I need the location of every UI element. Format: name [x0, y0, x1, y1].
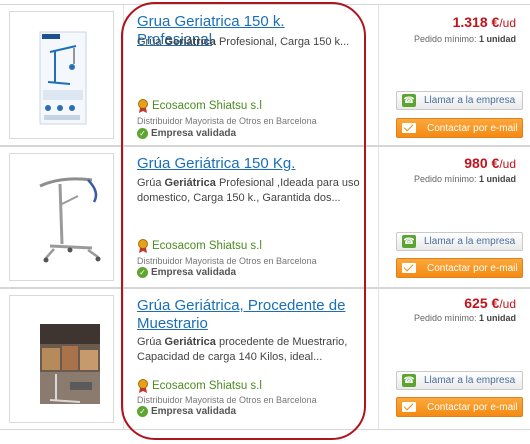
product-image-3[interactable]	[9, 295, 114, 423]
distributor-text: Distribuidor Mayorista de Otros en Barce…	[137, 395, 317, 405]
divider	[123, 5, 124, 145]
medal-icon	[138, 239, 148, 253]
check-icon: ✓	[137, 267, 148, 278]
check-icon: ✓	[137, 128, 148, 139]
divider	[378, 289, 379, 429]
email-contact-button[interactable]: Contactar por e-mail	[396, 397, 523, 417]
company-row: Ecosacom Shiatsu s.l	[137, 379, 262, 393]
medal-icon	[138, 99, 148, 113]
call-company-button[interactable]: ☎ Llamar a la empresa	[396, 232, 523, 251]
call-button-label: Llamar a la empresa	[424, 375, 516, 386]
listing-1: Grua Geriatrica 150 k. Profesional Grúa …	[0, 4, 530, 146]
mail-button-label: Contactar por e-mail	[427, 122, 518, 134]
validated-row: ✓ Empresa validada	[137, 406, 236, 417]
company-link[interactable]: Ecosacom Shiatsu s.l	[152, 240, 262, 252]
call-company-button[interactable]: ☎ Llamar a la empresa	[396, 91, 523, 110]
validated-label: Empresa validada	[151, 267, 237, 278]
envelope-icon	[402, 402, 416, 412]
listing-3: Grúa Geriátrica, Procedente de Muestrari…	[0, 288, 530, 430]
email-contact-button[interactable]: Contactar por e-mail	[396, 258, 523, 278]
distributor-text: Distribuidor Mayorista de Otros en Barce…	[137, 256, 317, 266]
listing-2: Grúa Geriátrica 150 Kg. Grúa Geriátrica …	[0, 146, 530, 288]
validated-row: ✓ Empresa validada	[137, 267, 236, 278]
showroom-photo-image	[40, 324, 100, 404]
validated-label: Empresa validada	[151, 128, 237, 139]
phone-icon: ☎	[402, 94, 416, 107]
divider	[123, 147, 124, 287]
validated-label: Empresa validada	[151, 406, 237, 417]
listing-description: Grúa Geriátrica procedente de Muestrario…	[137, 336, 348, 363]
phone-icon: ☎	[402, 235, 416, 248]
listing-title-link[interactable]: Grúa Geriátrica, Procedente de Muestrari…	[137, 297, 362, 333]
medal-icon	[138, 379, 148, 393]
phone-icon: ☎	[402, 374, 416, 387]
min-order: Pedido mínimo: 1 unidad	[413, 174, 516, 184]
crane-product-image	[39, 177, 101, 263]
envelope-icon	[402, 123, 416, 133]
listing-title-link[interactable]: Grúa Geriátrica 150 Kg.	[137, 155, 362, 173]
validated-row: ✓ Empresa validada	[137, 128, 236, 139]
mail-button-label: Contactar por e-mail	[427, 401, 518, 413]
divider	[378, 5, 379, 145]
min-order: Pedido mínimo: 1 unidad	[413, 34, 516, 44]
price: 980 €/ud	[464, 155, 516, 171]
call-company-button[interactable]: ☎ Llamar a la empresa	[396, 371, 523, 390]
price: 1.318 €/ud	[452, 14, 516, 30]
crane-brochure-image	[39, 31, 87, 125]
company-link[interactable]: Ecosacom Shiatsu s.l	[152, 380, 262, 392]
company-row: Ecosacom Shiatsu s.l	[137, 239, 262, 253]
mail-button-label: Contactar por e-mail	[427, 262, 518, 274]
call-button-label: Llamar a la empresa	[424, 236, 516, 247]
listing-description: Grúa Geriátrica Profesional ,Ideada para…	[137, 177, 360, 204]
listing-description: Grúa Geriátrica Profesional, Carga 150 k…	[137, 36, 350, 48]
distributor-text: Distribuidor Mayorista de Otros en Barce…	[137, 116, 317, 126]
product-image-1[interactable]	[9, 11, 114, 139]
price: 625 €/ud	[464, 295, 516, 311]
envelope-icon	[402, 263, 416, 273]
company-link[interactable]: Ecosacom Shiatsu s.l	[152, 100, 262, 112]
call-button-label: Llamar a la empresa	[424, 95, 516, 106]
email-contact-button[interactable]: Contactar por e-mail	[396, 118, 523, 138]
product-image-2[interactable]	[9, 153, 114, 281]
divider	[378, 147, 379, 287]
min-order: Pedido mínimo: 1 unidad	[413, 313, 516, 323]
company-row: Ecosacom Shiatsu s.l	[137, 99, 262, 113]
divider	[123, 289, 124, 429]
check-icon: ✓	[137, 406, 148, 417]
